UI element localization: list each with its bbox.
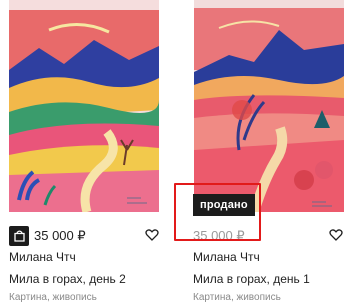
artwork-title[interactable]: Мила в горах, день 1 [193, 272, 310, 286]
price: 35 000 ₽ [193, 228, 245, 243]
artwork-image[interactable] [194, 0, 344, 212]
artwork-category: Картина, живопись [9, 292, 97, 303]
sold-badge: продано [193, 194, 255, 216]
heart-icon[interactable] [145, 228, 159, 242]
product-card[interactable]: продано 35 000 ₽ Милана Чтч Мила в горах… [193, 0, 344, 308]
price: 35 000 ₽ [34, 228, 86, 243]
price-row: 35 000 ₽ [193, 225, 343, 247]
heart-icon[interactable] [329, 228, 343, 242]
author-link[interactable]: Милана Чтч [193, 250, 260, 264]
artwork-title[interactable]: Мила в горах, день 2 [9, 272, 126, 286]
artwork-image[interactable] [9, 0, 159, 212]
product-card[interactable]: 35 000 ₽ Милана Чтч Мила в горах, день 2… [9, 0, 159, 308]
shopping-bag-icon [13, 230, 25, 242]
author-link[interactable]: Милана Чтч [9, 250, 76, 264]
price-row: 35 000 ₽ [9, 225, 159, 247]
add-to-cart-button[interactable] [9, 226, 29, 246]
artwork-category: Картина, живопись [193, 292, 281, 303]
